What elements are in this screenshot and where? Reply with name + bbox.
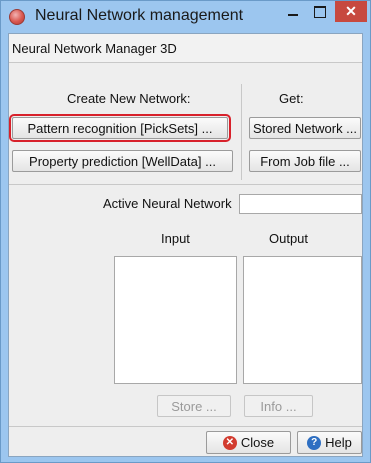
vertical-divider xyxy=(241,84,242,180)
active-network-label: Active Neural Network xyxy=(103,196,232,211)
app-icon xyxy=(9,9,25,25)
help-icon: ? xyxy=(307,435,322,450)
property-prediction-button[interactable]: Property prediction [WellData] ... xyxy=(12,150,233,172)
close-icon: ✕ xyxy=(222,435,237,450)
maximize-icon xyxy=(314,6,326,18)
get-heading: Get: xyxy=(279,91,304,106)
title-bar: Neural Network management ✕ xyxy=(1,1,370,33)
close-button[interactable]: ✕ Close xyxy=(206,431,291,454)
close-button-label: Close xyxy=(240,435,275,450)
output-label: Output xyxy=(269,231,309,246)
info-button[interactable]: Info ... xyxy=(244,395,313,417)
create-network-heading: Create New Network: xyxy=(67,91,191,106)
input-list[interactable] xyxy=(114,256,237,384)
window-title: Neural Network management xyxy=(35,7,244,24)
help-button[interactable]: ? Help xyxy=(297,431,362,454)
help-button-label: Help xyxy=(325,435,352,450)
footer-divider xyxy=(9,426,362,427)
from-job-file-button[interactable]: From Job file ... xyxy=(249,150,361,172)
dialog-body: Neural Network Manager 3D Create New Net… xyxy=(8,33,363,457)
header-bar: Neural Network Manager 3D xyxy=(9,34,362,63)
window-close-button[interactable]: ✕ xyxy=(335,1,367,22)
output-list[interactable] xyxy=(243,256,362,384)
pattern-recognition-button[interactable]: Pattern recognition [PickSets] ... xyxy=(9,114,231,142)
section-divider xyxy=(9,184,362,185)
app-window: Neural Network management ✕ Neural Netwo… xyxy=(0,0,371,463)
minimize-button[interactable] xyxy=(280,1,306,23)
input-label: Input xyxy=(161,231,190,246)
stored-network-button[interactable]: Stored Network ... xyxy=(249,117,361,139)
dialog-subtitle: Neural Network Manager 3D xyxy=(12,41,177,56)
active-network-field[interactable] xyxy=(239,194,362,214)
store-button[interactable]: Store ... xyxy=(157,395,231,417)
minimize-icon xyxy=(288,14,298,16)
maximize-button[interactable] xyxy=(307,1,333,23)
close-icon: ✕ xyxy=(345,3,357,19)
